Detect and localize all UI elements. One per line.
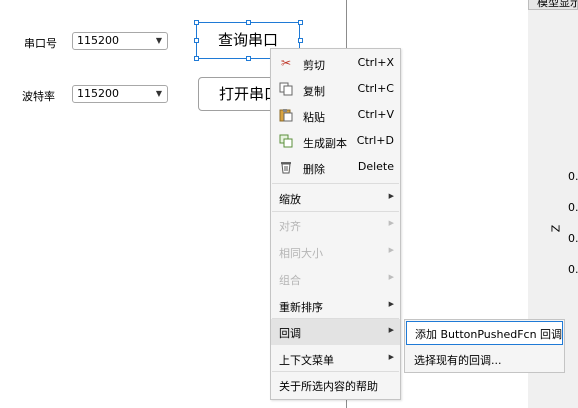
baud-rate-dropdown[interactable]: 115200 ▼: [72, 85, 168, 103]
menu-item-label: 组合: [279, 274, 301, 287]
menu-shortcut: Ctrl+D: [356, 134, 394, 147]
query-serial-label: 查询串口: [217, 31, 278, 49]
selection-handle[interactable]: [194, 38, 199, 43]
selection-handle[interactable]: [298, 38, 303, 43]
menu-item-group: 组合 ▶: [271, 266, 400, 292]
model-display-tab-label: 模型显示: [537, 0, 578, 9]
menu-item-align: 对齐 ▶: [271, 212, 400, 238]
chevron-down-icon: ▼: [155, 36, 162, 45]
menu-item-context-menu[interactable]: 上下文菜单 ▶: [271, 346, 400, 372]
paste-icon: [279, 108, 293, 122]
selection-handle[interactable]: [246, 56, 251, 61]
context-menu: ✂ 剪切 Ctrl+X 复制 Ctrl+C 粘贴 Ctrl+V 生成副本 Ctr…: [270, 48, 401, 400]
menu-item-copy[interactable]: 复制 Ctrl+C: [271, 77, 400, 103]
submenu-arrow-icon: ▶: [388, 192, 394, 200]
duplicate-icon: [279, 134, 293, 148]
menu-shortcut: Delete: [357, 160, 394, 173]
menu-item-label: 关于所选内容的帮助: [279, 380, 378, 393]
menu-item-duplicate[interactable]: 生成副本 Ctrl+D: [271, 129, 400, 155]
menu-item-label: 生成副本: [303, 137, 347, 150]
submenu-arrow-icon: ▶: [388, 273, 394, 281]
menu-item-label: 相同大小: [279, 247, 323, 260]
serial-port-value: 115200: [77, 34, 119, 47]
axis-tick-label: 0.: [568, 201, 578, 214]
copy-icon: [279, 82, 293, 96]
axis-tick-label: 0.: [568, 170, 578, 183]
selection-handle[interactable]: [194, 20, 199, 25]
submenu-arrow-icon: ▶: [388, 326, 394, 334]
menu-item-callback[interactable]: 回调 ▶: [271, 319, 400, 345]
submenu-arrow-icon: ▶: [388, 219, 394, 227]
submenu-item-label: 添加 ButtonPushedFcn 回调: [415, 328, 563, 341]
selection-handle[interactable]: [194, 56, 199, 61]
selection-handle[interactable]: [246, 20, 251, 25]
axis-tick-label: 0.: [568, 232, 578, 245]
menu-item-label: 上下文菜单: [279, 354, 334, 367]
menu-shortcut: Ctrl+X: [357, 56, 394, 69]
trash-icon: [279, 160, 293, 174]
menu-item-label: 重新排序: [279, 301, 323, 314]
callback-submenu: 添加 ButtonPushedFcn 回调 选择现有的回调...: [404, 319, 565, 373]
menu-item-label: 缩放: [279, 193, 301, 206]
menu-item-label: 剪切: [303, 59, 325, 72]
menu-shortcut: Ctrl+C: [357, 82, 394, 95]
submenu-item-select-callback[interactable]: 选择现有的回调...: [406, 347, 563, 371]
menu-item-zoom[interactable]: 缩放 ▶: [271, 185, 400, 211]
selection-handle[interactable]: [298, 20, 303, 25]
scissors-icon: ✂: [280, 56, 292, 70]
menu-separator: [272, 183, 399, 184]
menu-item-paste[interactable]: 粘贴 Ctrl+V: [271, 103, 400, 129]
menu-item-label: 回调: [279, 327, 301, 340]
menu-item-label: 对齐: [279, 220, 301, 233]
menu-item-delete[interactable]: 删除 Delete: [271, 155, 400, 181]
chevron-down-icon: ▼: [155, 89, 162, 98]
menu-shortcut: Ctrl+V: [357, 108, 394, 121]
submenu-arrow-icon: ▶: [388, 300, 394, 308]
menu-item-same-size: 相同大小 ▶: [271, 239, 400, 265]
submenu-item-label: 选择现有的回调...: [414, 354, 502, 367]
axis-tick-label: 0.: [568, 263, 578, 276]
baud-rate-label: 波特率: [22, 90, 55, 103]
submenu-arrow-icon: ▶: [388, 353, 394, 361]
menu-item-help[interactable]: 关于所选内容的帮助: [271, 372, 400, 398]
menu-item-label: 复制: [303, 85, 325, 98]
submenu-arrow-icon: ▶: [388, 246, 394, 254]
baud-rate-value: 115200: [77, 87, 119, 100]
menu-item-label: 删除: [303, 163, 325, 176]
submenu-item-add-callback[interactable]: 添加 ButtonPushedFcn 回调: [406, 321, 563, 345]
z-axis-label: Z: [549, 224, 563, 233]
serial-port-dropdown[interactable]: 115200 ▼: [72, 32, 168, 50]
model-display-tab[interactable]: 模型显示: [528, 0, 578, 10]
menu-item-reorder[interactable]: 重新排序 ▶: [271, 293, 400, 319]
menu-item-label: 粘贴: [303, 111, 325, 124]
serial-port-label: 串口号: [24, 37, 57, 50]
menu-item-cut[interactable]: ✂ 剪切 Ctrl+X: [271, 51, 400, 77]
